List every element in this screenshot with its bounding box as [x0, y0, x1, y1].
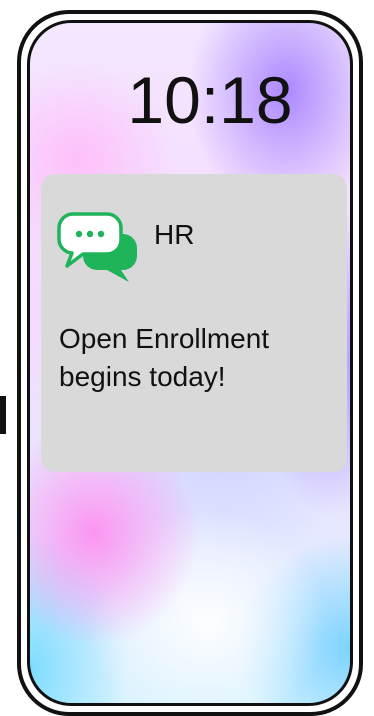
notification-card[interactable]: HR Open Enrollment begins today! [41, 174, 347, 472]
lock-screen: 10:18 HR Open Enrollment begins today! [27, 20, 353, 706]
notification-app-name: HR [154, 219, 195, 250]
edge-mark [0, 396, 6, 434]
phone-frame: 10:18 HR Open Enrollment begins today! [17, 10, 363, 716]
chat-bubbles-icon [57, 212, 137, 282]
lock-screen-clock: 10:18 [127, 63, 293, 137]
notification-message: Open Enrollment begins today! [59, 323, 270, 392]
